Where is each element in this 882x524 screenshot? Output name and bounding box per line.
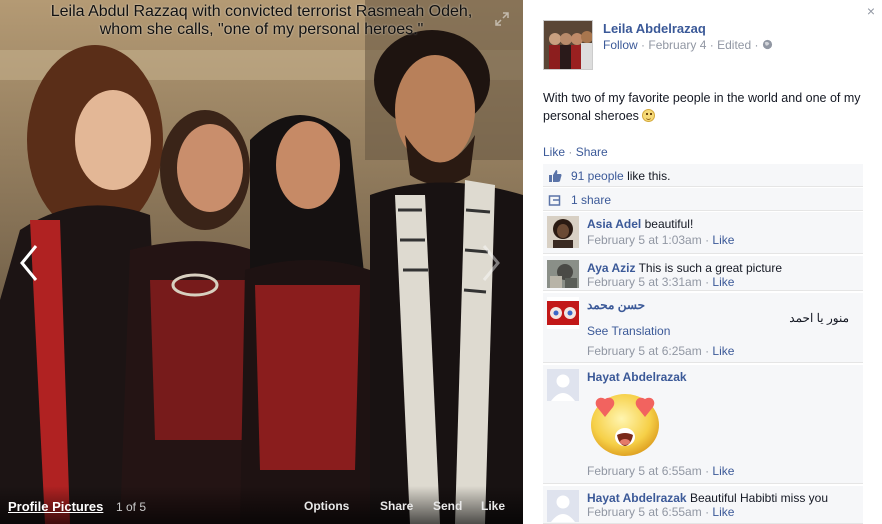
see-translation-link[interactable]: See Translation <box>587 324 670 338</box>
comment-like-link[interactable]: Like <box>712 233 734 247</box>
send-button[interactable]: Send <box>433 499 462 513</box>
comment-time[interactable]: February 5 at 6:55am <box>587 505 702 519</box>
shares-summary: 1 share <box>543 188 863 211</box>
photo-viewer: Leila Abdul Razzaq with convicted terror… <box>0 0 523 524</box>
heart-eyes-emoji-icon <box>591 394 659 456</box>
album-link[interactable]: Profile Pictures <box>8 499 103 514</box>
comment-time[interactable]: February 5 at 6:55am <box>587 464 702 478</box>
follow-link[interactable]: Follow <box>603 38 638 52</box>
comment-time[interactable]: February 5 at 1:03am <box>587 233 702 247</box>
post-text: With two of my favorite people in the wo… <box>543 89 863 125</box>
comment-author[interactable]: Aya Aziz <box>587 261 635 275</box>
post-author[interactable]: Leila Abdelrazaq <box>603 21 706 36</box>
likes-count-link[interactable]: 91 people <box>571 169 624 183</box>
commenter-avatar-default[interactable] <box>547 490 579 522</box>
group-photo[interactable] <box>0 0 523 524</box>
caption-line-1: Leila Abdul Razzaq with convicted terror… <box>50 3 473 20</box>
shares-count-link[interactable]: 1 share <box>571 193 611 207</box>
commenter-avatar[interactable] <box>547 216 579 248</box>
comment-author[interactable]: Hayat Abdelrazak <box>587 370 687 384</box>
comment-text: منور يا احمد <box>789 311 849 325</box>
expand-icon[interactable] <box>495 12 509 26</box>
comment-like-link[interactable]: Like <box>712 464 734 478</box>
comment-time[interactable]: February 5 at 6:25am <box>587 344 702 358</box>
comment: Aya Aziz This is such a great picture Fe… <box>543 256 863 291</box>
comment-meta: February 5 at 6:55am · Like <box>587 464 735 478</box>
photo-count: 1 of 5 <box>116 500 147 514</box>
post-meta: Follow · February 4 · Edited · <box>603 38 773 52</box>
thumbs-up-icon <box>548 169 562 183</box>
post-text-body: With two of my favorite people in the wo… <box>543 91 861 123</box>
smile-emoji-icon <box>642 109 656 122</box>
likes-summary: 91 people like this. <box>543 164 863 187</box>
post-date[interactable]: February 4 <box>648 38 706 52</box>
comment-like-link[interactable]: Like <box>712 344 734 358</box>
comment-author[interactable]: Asia Adel <box>587 217 641 231</box>
post-panel: × Leila Abdelrazaq Follow · February 4 ·… <box>523 0 882 524</box>
comment: Asia Adel beautiful! February 5 at 1:03a… <box>543 212 863 254</box>
comment-meta: February 5 at 1:03am · Like <box>587 233 735 247</box>
share-button[interactable]: Share <box>380 499 413 513</box>
like-link[interactable]: Like <box>543 145 565 159</box>
likes-suffix: like this. <box>627 169 671 183</box>
comment: Hayat Abdelrazak Beautiful Habibti miss … <box>543 486 863 524</box>
comment-like-link[interactable]: Like <box>712 275 734 289</box>
photo-caption: Leila Abdul Razzaq with convicted terror… <box>0 3 523 39</box>
chevron-right-icon[interactable] <box>476 238 506 288</box>
author-avatar[interactable] <box>543 20 593 70</box>
comment-meta: February 5 at 6:25am · Like <box>587 344 735 358</box>
comment: Hayat Abdelrazak February 5 at 6:55am · … <box>543 365 863 484</box>
close-icon[interactable]: × <box>864 4 878 18</box>
comment-author[interactable]: حسن محمد <box>587 298 645 312</box>
comment-meta: February 5 at 3:31am · Like <box>587 275 735 289</box>
comment-like-link[interactable]: Like <box>712 505 734 519</box>
comment-meta: February 5 at 6:55am · Like <box>587 505 735 519</box>
comment-author[interactable]: Hayat Abdelrazak <box>587 491 687 505</box>
comment-text: This is such a great picture <box>638 261 782 275</box>
edited-label[interactable]: Edited <box>717 38 751 52</box>
commenter-avatar[interactable] <box>547 260 579 288</box>
like-button[interactable]: Like <box>481 499 505 513</box>
share-link[interactable]: Share <box>576 145 608 159</box>
chevron-left-icon[interactable] <box>14 238 44 288</box>
comment: حسن محمد منور يا احمد See Translation Fe… <box>543 293 863 363</box>
post-actions: Like · Share <box>543 145 608 159</box>
comment-time[interactable]: February 5 at 3:31am <box>587 275 702 289</box>
comment-text: Beautiful Habibti miss you <box>689 491 829 505</box>
caption-line-2: whom she calls, "one of my personal hero… <box>99 21 424 38</box>
viewer-footer: Profile Pictures 1 of 5 Options Share Se… <box>0 486 523 524</box>
commenter-avatar-default[interactable] <box>547 369 579 401</box>
commenter-avatar[interactable] <box>547 297 579 329</box>
share-icon <box>548 193 562 207</box>
globe-icon <box>762 38 773 52</box>
options-button[interactable]: Options <box>304 499 349 513</box>
comment-text: beautiful! <box>644 217 694 231</box>
